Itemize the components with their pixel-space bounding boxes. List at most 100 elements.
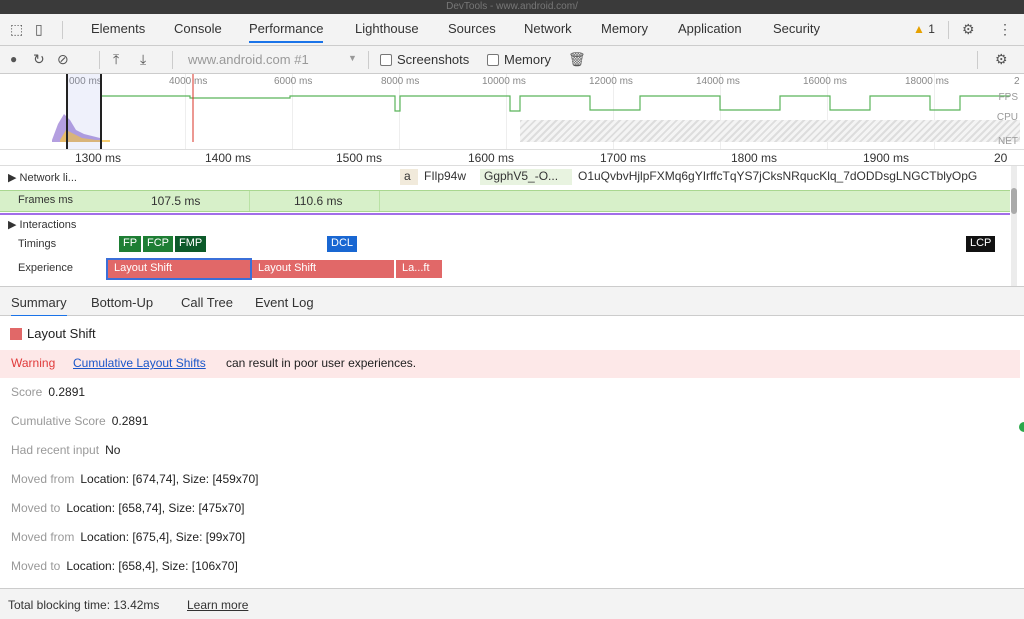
summary-key: Cumulative Score (11, 414, 106, 428)
network-track-name: Network li... (19, 172, 77, 184)
warning-row: Warning Cumulative Layout Shifts can res… (0, 350, 1020, 378)
summary-key: Score (11, 385, 43, 399)
network-request[interactable]: a (400, 169, 418, 185)
event-title: Layout Shift (27, 326, 96, 341)
interactions-track-label[interactable]: ▶ Interactions (8, 218, 76, 231)
divider (172, 51, 173, 69)
chevron-down-icon[interactable]: ▼ (348, 53, 357, 63)
summary-key: Moved to (11, 559, 61, 573)
summary-key: Had recent input (11, 443, 100, 457)
record-icon[interactable]: ● (10, 52, 17, 66)
divider (62, 21, 63, 39)
fps-label: FPS (998, 92, 1018, 103)
timeline-overview[interactable]: 000 ms 4000 ms 6000 ms 8000 ms 10000 ms … (0, 74, 1024, 150)
tab-event-log[interactable]: Event Log (255, 295, 314, 310)
divider (977, 51, 978, 69)
tab-lighthouse[interactable]: Lighthouse (355, 21, 419, 36)
cpu-label: CPU (996, 112, 1018, 123)
network-request[interactable]: GgphV5_-O... (480, 169, 572, 185)
recording-select[interactable]: www.android.com #1 (188, 52, 309, 67)
tab-performance[interactable]: Performance (249, 21, 324, 43)
clear-icon[interactable]: ⊘ (57, 51, 69, 68)
ruler-tick: 1700 ms (600, 151, 647, 165)
warnings-badge[interactable]: ▲ 1 (913, 22, 935, 36)
event-color-swatch (10, 328, 22, 340)
selection-window[interactable] (66, 74, 102, 149)
timings-track[interactable]: Timings FP FCP FMP DCL LCP (0, 236, 1010, 256)
more-menu-icon[interactable]: ⋮ (998, 21, 1012, 38)
tab-memory[interactable]: Memory (601, 21, 648, 36)
tab-console[interactable]: Console (174, 21, 222, 36)
summary-value: 0.2891 (48, 385, 86, 399)
fps-graph (100, 95, 1010, 112)
cls-docs-link[interactable]: Cumulative Layout Shifts (73, 356, 206, 370)
layout-shift-event[interactable]: Layout Shift (252, 260, 394, 278)
ruler-tick: 1300 ms (75, 151, 122, 165)
ruler-tick: 1800 ms (731, 151, 778, 165)
timing-marker-fp[interactable]: FP (119, 236, 142, 252)
tab-summary[interactable]: Summary (11, 295, 67, 317)
memory-checkbox[interactable] (487, 54, 499, 66)
screenshots-checkbox[interactable] (380, 54, 392, 66)
inspect-element-icon[interactable]: ⬚ (10, 21, 23, 38)
download-icon[interactable]: ⤓ (140, 51, 146, 68)
settings-gear-icon[interactable]: ⚙ (962, 21, 975, 38)
interactions-track-name: Interactions (19, 219, 77, 231)
summary-value[interactable]: Location: [658,74], Size: [475x70] (66, 501, 244, 515)
reload-icon[interactable]: ↻ (33, 51, 45, 68)
tab-security[interactable]: Security (773, 21, 820, 36)
timing-marker-dcl[interactable]: DCL (327, 236, 358, 252)
interactions-track[interactable]: ▶ Interactions (0, 216, 1010, 234)
experience-track-label: Experience (18, 262, 74, 274)
summary-value[interactable]: Location: [658,4], Size: [106x70] (66, 559, 237, 573)
upload-icon[interactable]: ⤒ (113, 51, 119, 68)
ruler-tick: 1600 ms (468, 151, 515, 165)
scrollbar-thumb[interactable] (1011, 188, 1017, 214)
layout-shift-event[interactable]: La...ft (396, 260, 442, 278)
timing-marker-fmp[interactable]: FMP (175, 236, 207, 252)
divider (368, 51, 369, 69)
details-tab-bar: Summary Bottom-Up Call Tree Event Log (0, 286, 1024, 317)
performance-toolbar: ● ↻ ⊘ ⤒ ⤓ www.android.com #1 ▼ Screensho… (0, 46, 1024, 74)
panel-resize-handle[interactable] (1019, 422, 1024, 432)
layout-shift-event[interactable]: Layout Shift (106, 258, 252, 280)
total-blocking-time: Total blocking time: 13.42ms (8, 598, 160, 612)
tab-elements[interactable]: Elements (91, 21, 145, 36)
capture-settings-gear-icon[interactable]: ⚙ (995, 51, 1008, 68)
network-track-label[interactable]: ▶ Network li... (8, 171, 77, 184)
warning-label: Warning (11, 356, 56, 370)
device-toolbar-icon[interactable]: ▯ (35, 21, 43, 38)
tracks-scrollbar[interactable] (1011, 166, 1017, 286)
summary-value: No (105, 443, 121, 457)
tab-sources[interactable]: Sources (448, 21, 496, 36)
tab-bottom-up[interactable]: Bottom-Up (91, 295, 153, 310)
memory-label: Memory (504, 52, 551, 67)
summary-row-moved-from: Moved from Location: [674,74], Size: [459… (11, 472, 258, 486)
tab-network[interactable]: Network (524, 21, 572, 36)
frames-track[interactable]: Frames ms 107.5 ms 110.6 ms (0, 190, 1010, 212)
flamechart-tracks[interactable]: ▶ Network li... a FIlp94w GgphV5_-O... O… (0, 166, 1024, 286)
summary-value: 0.2891 (111, 414, 149, 428)
divider (948, 21, 949, 39)
experience-track[interactable]: Experience Layout Shift Layout Shift La.… (0, 258, 1010, 280)
frame-duration: 110.6 ms (294, 194, 343, 208)
tab-application[interactable]: Application (678, 21, 742, 36)
window-title: DevTools - www.android.com/ (446, 1, 578, 12)
learn-more-link[interactable]: Learn more (187, 598, 248, 612)
network-request[interactable]: FIlp94w (420, 169, 478, 185)
cpu-idle-hatch (520, 120, 1020, 142)
network-track[interactable]: ▶ Network li... a FIlp94w GgphV5_-O... O… (0, 168, 1010, 186)
main-thread-divider (0, 213, 1010, 215)
timing-marker-fcp[interactable]: FCP (143, 236, 173, 252)
timing-marker-lcp[interactable]: LCP (966, 236, 996, 252)
trash-icon[interactable]: 🗑 (568, 51, 586, 68)
summary-value[interactable]: Location: [675,4], Size: [99x70] (80, 530, 245, 544)
tab-call-tree[interactable]: Call Tree (181, 295, 233, 310)
network-request[interactable]: O1uQvbvHjlpFXMq6gYIrffcTqYS7jCksNRqucKlq… (574, 169, 1010, 185)
time-ruler: 1300 ms 1400 ms 1500 ms 1600 ms 1700 ms … (0, 150, 1024, 166)
summary-panel: Layout Shift Warning Cumulative Layout S… (0, 316, 1024, 588)
summary-row-score: Score 0.2891 (11, 385, 85, 399)
summary-value[interactable]: Location: [674,74], Size: [459x70] (80, 472, 258, 486)
ruler-tick: 20 (994, 151, 1008, 165)
frames-track-label: Frames ms (18, 194, 73, 206)
